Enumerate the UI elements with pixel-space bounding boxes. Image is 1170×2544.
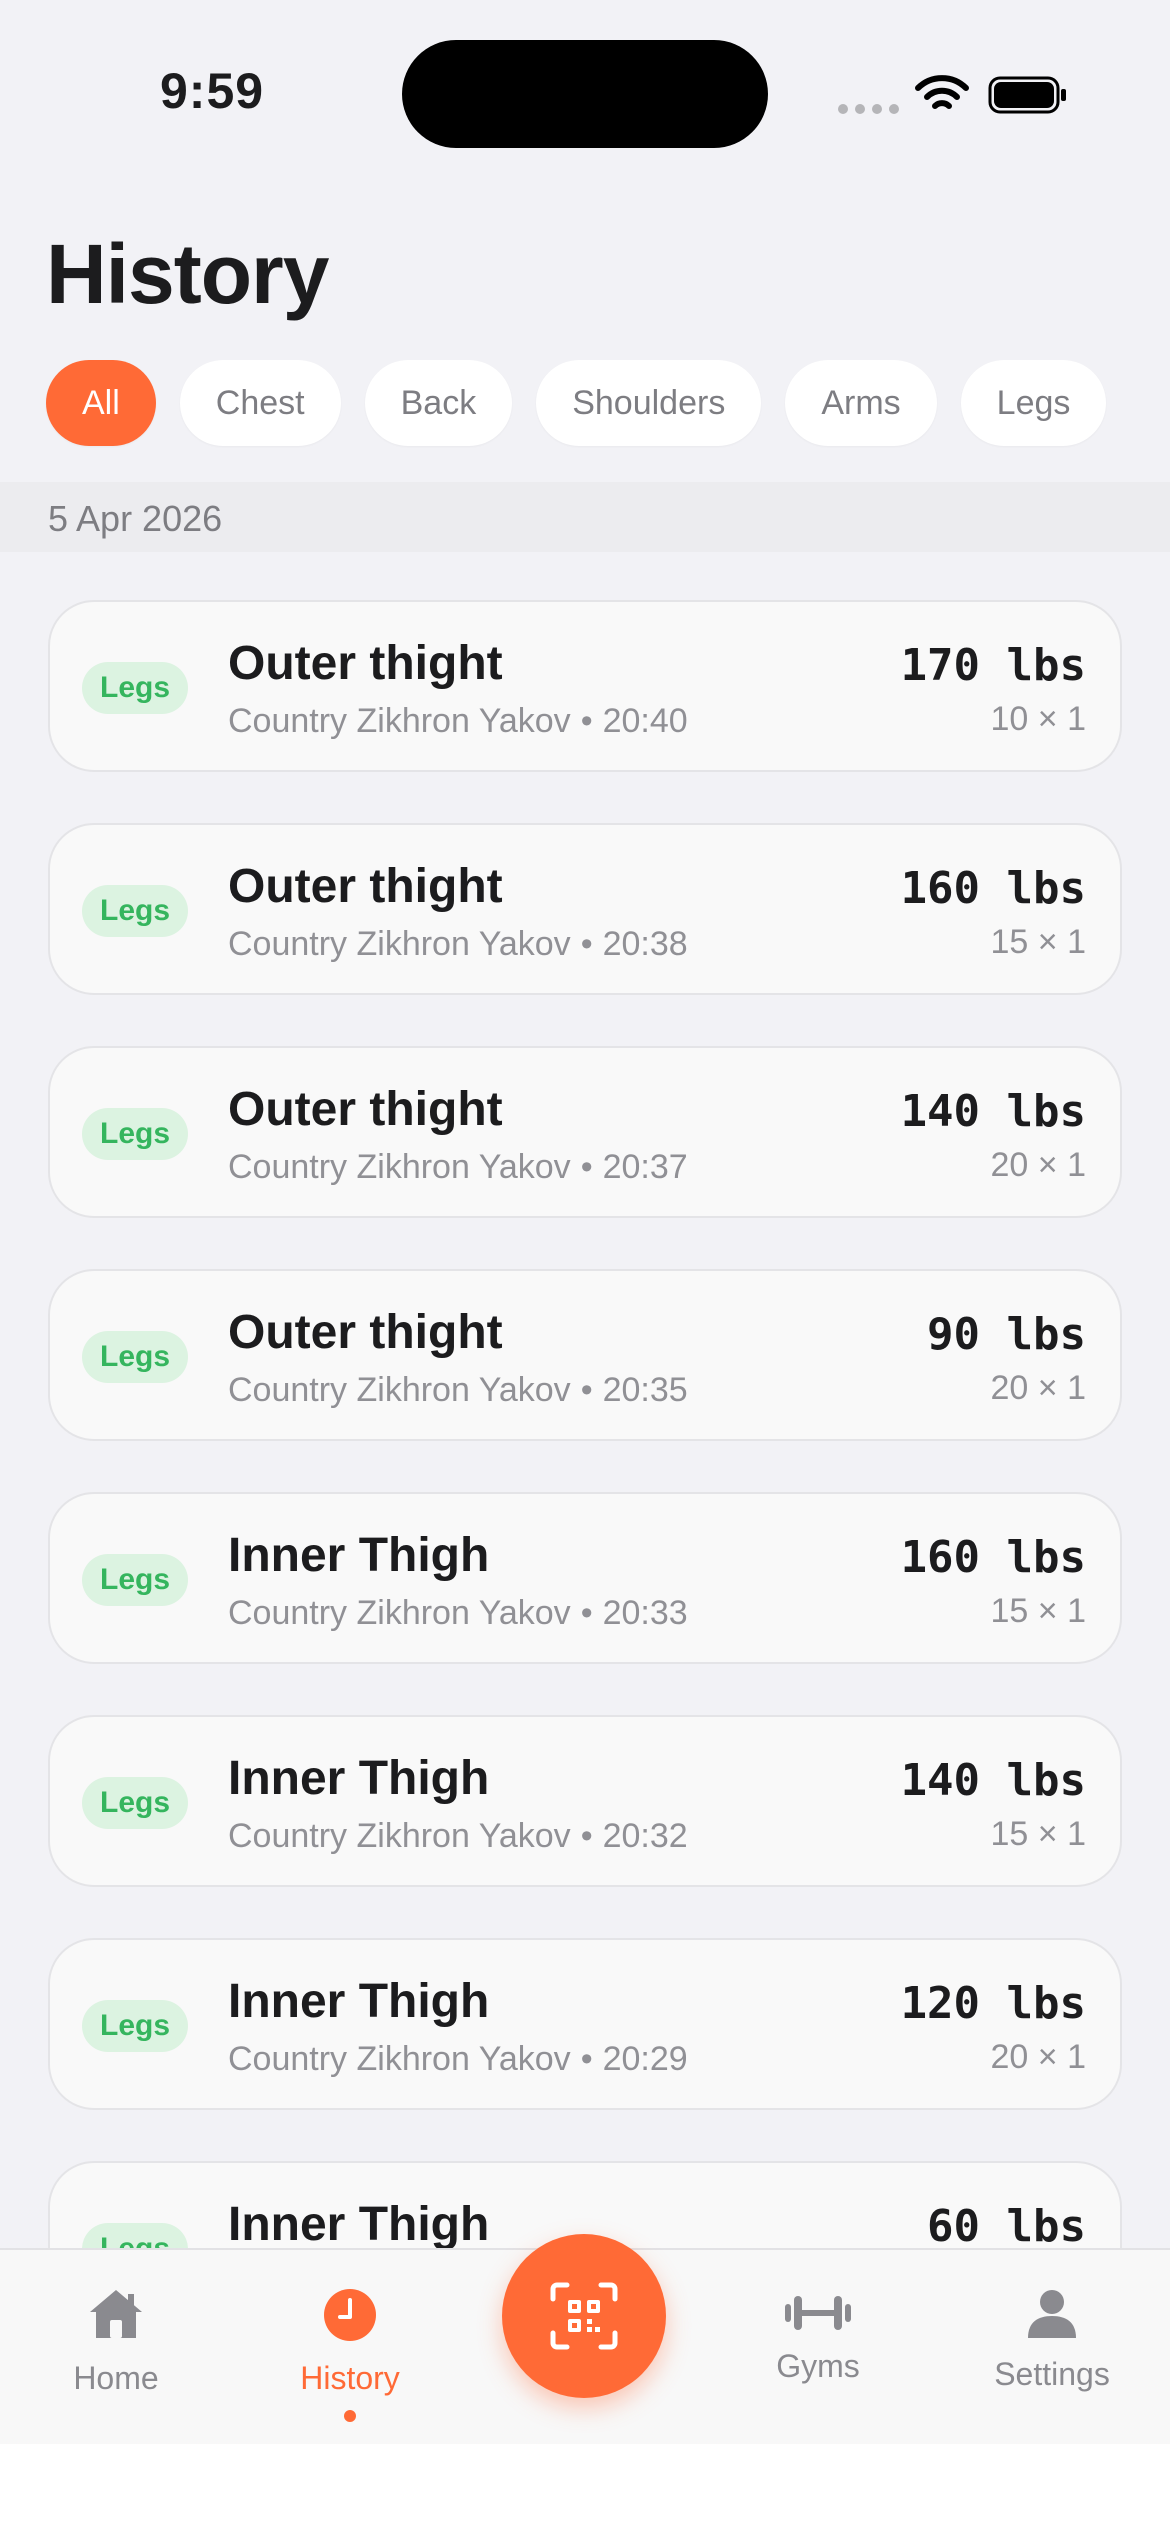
history-entry[interactable]: Legs Inner Thigh Country Zikhron Yakov • 2… bbox=[48, 1492, 1122, 1664]
history-list[interactable]: Legs Outer thight Country Zikhron Yakov •… bbox=[48, 600, 1122, 2248]
tab-history-label: History bbox=[300, 2360, 400, 2396]
muscle-group-badge: Legs bbox=[82, 662, 189, 714]
entry-weight: 160 lbs bbox=[900, 863, 1086, 914]
exercise-name: Outer thight bbox=[228, 860, 503, 913]
entry-reps: 20 × 1 bbox=[990, 1146, 1086, 1184]
entry-time: 20:32 bbox=[602, 1817, 688, 1855]
entry-meta: Country Zikhron Yakov • 20:33 bbox=[228, 1594, 688, 1633]
gym-location: Country Zikhron Yakov bbox=[228, 925, 571, 963]
entry-time: 20:35 bbox=[602, 1371, 688, 1409]
entry-meta: Country Zikhron Yakov • 20:37 bbox=[228, 1148, 688, 1187]
exercise-name: Outer thight bbox=[228, 1306, 503, 1359]
filter-chip-all[interactable]: All bbox=[46, 360, 156, 446]
scan-qr-button[interactable] bbox=[502, 2234, 666, 2398]
history-entry[interactable]: Legs Outer thight Country Zikhron Yakov •… bbox=[48, 823, 1122, 995]
entry-weight: 170 lbs bbox=[900, 640, 1086, 691]
qr-scan-icon bbox=[550, 2282, 618, 2350]
history-entry[interactable]: Legs Inner Thigh Country Zikhron Yakov • 2… bbox=[48, 1938, 1122, 2110]
filter-chip-back[interactable]: Back bbox=[364, 360, 513, 446]
date-section-header: 5 Apr 2026 bbox=[0, 482, 1170, 552]
gym-location: Country Zikhron Yakov bbox=[228, 1817, 571, 1855]
filter-chip-shoulders[interactable]: Shoulders bbox=[536, 360, 762, 446]
exercise-name: Inner Thigh bbox=[228, 1529, 490, 1582]
entry-weight: 140 lbs bbox=[900, 1755, 1086, 1806]
history-entry[interactable]: Legs Outer thight Country Zikhron Yakov •… bbox=[48, 600, 1122, 772]
entry-meta: Country Zikhron Yakov • 20:29 bbox=[228, 2040, 688, 2079]
dynamic-island bbox=[402, 40, 768, 148]
entry-reps: 15 × 1 bbox=[990, 923, 1086, 961]
history-entry[interactable]: Legs Outer thight Country Zikhron Yakov •… bbox=[48, 1046, 1122, 1218]
muscle-group-badge: Legs bbox=[82, 885, 189, 937]
muscle-group-badge: Legs bbox=[82, 2223, 189, 2248]
entry-time: 20:29 bbox=[602, 2040, 688, 2078]
meta-separator: • bbox=[580, 925, 593, 963]
entry-meta: Country Zikhron Yakov • 20:32 bbox=[228, 1817, 688, 1856]
gym-location: Country Zikhron Yakov bbox=[228, 2040, 571, 2078]
meta-separator: • bbox=[580, 1148, 593, 1186]
entry-reps: 10 × 1 bbox=[990, 700, 1086, 738]
entry-time: 20:33 bbox=[602, 1594, 688, 1632]
entry-reps: 20 × 1 bbox=[990, 2038, 1086, 2076]
meta-separator: • bbox=[580, 1594, 593, 1632]
wifi-icon bbox=[915, 75, 969, 109]
tab-settings-label: Settings bbox=[994, 2356, 1110, 2392]
status-time: 9:59 bbox=[160, 63, 265, 119]
filter-chip-arms[interactable]: Arms bbox=[785, 360, 937, 446]
entry-reps: 15 × 1 bbox=[990, 1592, 1086, 1630]
history-entry[interactable]: Legs Inner Thigh Country Zikhron Yakov • 2… bbox=[48, 1715, 1122, 1887]
entry-reps: 15 × 1 bbox=[990, 1815, 1086, 1853]
gym-location: Country Zikhron Yakov bbox=[228, 1148, 571, 1186]
section-date: 5 Apr 2026 bbox=[48, 498, 223, 539]
history-entry[interactable]: Legs Outer thight Country Zikhron Yakov •… bbox=[48, 1269, 1122, 1441]
gym-location: Country Zikhron Yakov bbox=[228, 1594, 571, 1632]
category-filter-bar: All Chest Back Shoulders Arms Legs bbox=[46, 360, 1107, 446]
meta-separator: • bbox=[580, 2040, 593, 2078]
muscle-group-badge: Legs bbox=[82, 1108, 189, 1160]
page-title: History bbox=[46, 227, 329, 321]
dumbbell-icon bbox=[785, 2296, 851, 2330]
tab-gyms-label: Gyms bbox=[776, 2348, 860, 2384]
entry-weight: 160 lbs bbox=[900, 1532, 1086, 1583]
entry-reps: 20 × 1 bbox=[990, 1369, 1086, 1407]
meta-separator: • bbox=[580, 702, 593, 740]
entry-weight: 60 lbs bbox=[927, 2201, 1086, 2248]
exercise-name: Outer thight bbox=[228, 1083, 503, 1136]
entry-weight: 90 lbs bbox=[927, 1309, 1086, 1360]
muscle-group-badge: Legs bbox=[82, 2000, 189, 2052]
active-tab-indicator bbox=[344, 2410, 356, 2422]
entry-meta: Country Zikhron Yakov • 20:38 bbox=[228, 925, 688, 964]
entry-time: 20:40 bbox=[602, 702, 688, 740]
gym-location: Country Zikhron Yakov bbox=[228, 1371, 571, 1409]
entry-time: 20:37 bbox=[602, 1148, 688, 1186]
filter-chip-chest[interactable]: Chest bbox=[179, 360, 341, 446]
meta-separator: • bbox=[580, 1817, 593, 1855]
tab-home-label: Home bbox=[73, 2360, 159, 2396]
muscle-group-badge: Legs bbox=[82, 1554, 189, 1606]
exercise-name: Inner Thigh bbox=[228, 1752, 490, 1805]
entry-time: 20:38 bbox=[602, 925, 688, 963]
battery-icon bbox=[988, 76, 1066, 114]
meta-separator: • bbox=[580, 1371, 593, 1409]
house-icon bbox=[90, 2290, 142, 2338]
person-icon bbox=[1028, 2290, 1076, 2338]
entry-meta: Country Zikhron Yakov • 20:40 bbox=[228, 702, 688, 741]
filter-chip-legs[interactable]: Legs bbox=[960, 360, 1107, 446]
entry-meta: Country Zikhron Yakov • 20:35 bbox=[228, 1371, 688, 1410]
muscle-group-badge: Legs bbox=[82, 1777, 189, 1829]
entry-weight: 140 lbs bbox=[900, 1086, 1086, 1137]
exercise-name: Inner Thigh bbox=[228, 2198, 490, 2248]
home-indicator-area bbox=[0, 2444, 1170, 2544]
cellular-signal-icon bbox=[838, 104, 899, 114]
clock-icon bbox=[324, 2289, 376, 2341]
exercise-name: Outer thight bbox=[228, 637, 503, 690]
exercise-name: Inner Thigh bbox=[228, 1975, 490, 2028]
entry-weight: 120 lbs bbox=[900, 1978, 1086, 2029]
gym-location: Country Zikhron Yakov bbox=[228, 702, 571, 740]
muscle-group-badge: Legs bbox=[82, 1331, 189, 1383]
